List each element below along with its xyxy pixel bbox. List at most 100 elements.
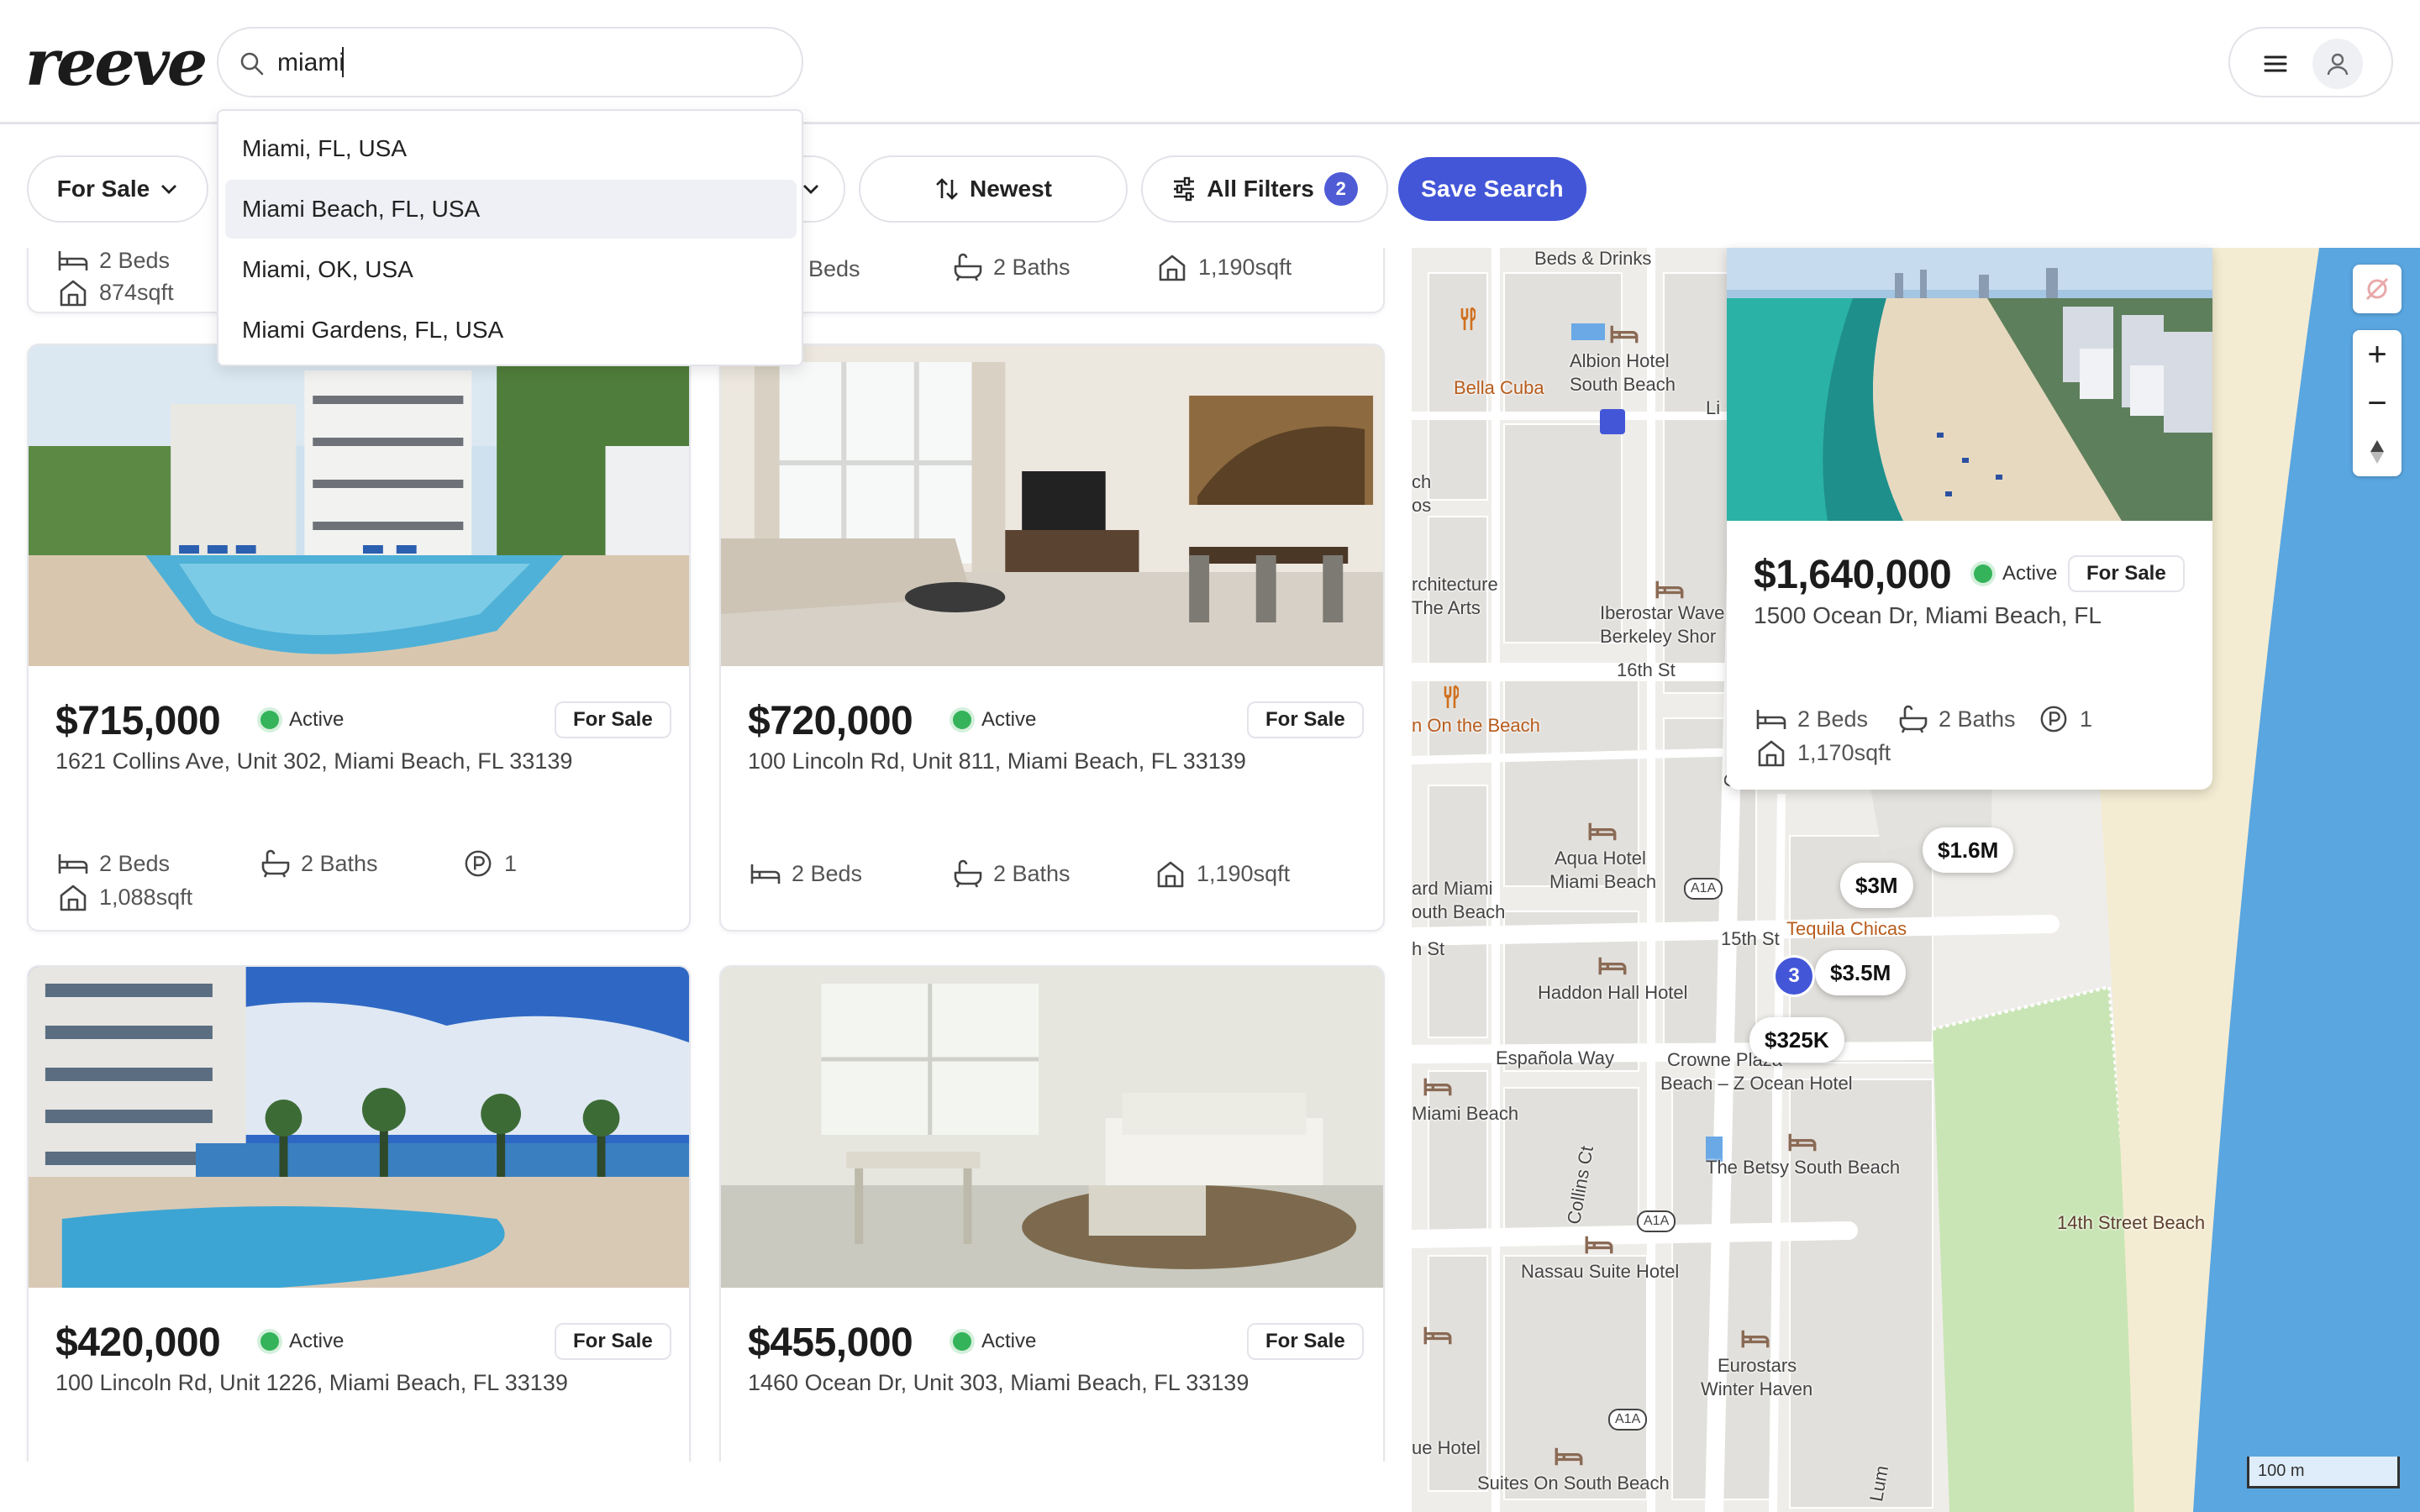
route-shield: A1A — [1684, 878, 1723, 900]
search-suggestions: Miami, FL, USA Miami Beach, FL, USA Miam… — [217, 109, 803, 366]
sqft-feature: 1,190sqft — [1155, 859, 1290, 888]
map-label: 16th St — [1617, 659, 1676, 680]
hotel-icon — [1588, 821, 1617, 843]
listing-card[interactable]: $715,000 Active For Sale 1621 Collins Av… — [27, 344, 691, 932]
price-pin[interactable]: $1.6M — [1923, 827, 2014, 873]
map-label: Iberostar Wave — [1600, 602, 1725, 623]
cluster-pin[interactable]: 3 — [1773, 955, 1815, 997]
compass-button[interactable] — [2353, 428, 2402, 476]
all-filters-button[interactable]: All Filters 2 — [1141, 155, 1388, 223]
parking-label: 1 — [504, 850, 518, 876]
beds-label: 2 Beds — [99, 248, 171, 273]
map-label: outh Beach — [1412, 901, 1506, 922]
account-menu[interactable] — [2228, 27, 2393, 97]
top-header: reeve — [0, 0, 2420, 124]
map-label: Albion Hotel — [1570, 350, 1670, 371]
beds-label: 2 Beds — [99, 850, 171, 876]
map-label: 14th Street Beach — [2057, 1212, 2206, 1233]
popup-price: $1,640,000 — [1754, 553, 1952, 597]
listing-photo[interactable] — [721, 967, 1383, 1288]
hotel-icon — [1788, 1131, 1817, 1153]
map-label: rchitecture — [1412, 574, 1498, 595]
suggestion-item[interactable]: Miami, FL, USA — [225, 119, 797, 178]
hamburger-menu-icon[interactable] — [2259, 47, 2292, 81]
filter-count-badge: 2 — [1323, 172, 1358, 206]
beds-label: 2 Beds — [792, 860, 863, 886]
listing-card[interactable]: $455,000 Active For Sale 1460 Ocean Dr, … — [719, 965, 1385, 1462]
beds-feature: 2 Beds — [57, 248, 170, 275]
suggestion-item[interactable]: Miami Gardens, FL, USA — [225, 301, 797, 360]
chevron-down-icon — [803, 185, 818, 194]
bath-icon — [1897, 705, 1928, 733]
sqft-label: 874sqft — [99, 279, 174, 305]
reeve-logo[interactable]: reeve — [25, 25, 208, 100]
for-sale-tag: For Sale — [1247, 1323, 1364, 1360]
zoom-out-button[interactable]: − — [2353, 379, 2402, 428]
listing-photo[interactable] — [29, 967, 689, 1288]
user-avatar-icon[interactable] — [2312, 39, 2363, 89]
hotel-icon — [1423, 1325, 1452, 1347]
bed-icon — [57, 849, 89, 878]
home-icon — [57, 883, 89, 911]
listing-photo[interactable] — [29, 345, 689, 666]
listing-address: 100 Lincoln Rd, Unit 811, Miami Beach, F… — [748, 748, 1246, 774]
listing-photo[interactable] — [721, 345, 1383, 666]
sort-label: Newest — [969, 176, 1053, 202]
zoom-in-button[interactable]: + — [2353, 330, 2402, 379]
parking-label: 1 — [2080, 706, 2093, 732]
status-badge: Active — [260, 1330, 344, 1353]
location-off-icon[interactable] — [2353, 265, 2402, 313]
suggestion-item-highlighted[interactable]: Miami Beach, FL, USA — [225, 180, 797, 239]
route-shield: A1A — [1637, 1210, 1676, 1232]
for-sale-tag: For Sale — [2068, 555, 2185, 592]
listing-type-label: For Sale — [56, 176, 150, 202]
popup-photo[interactable] — [1727, 248, 2212, 521]
listing-card-partial[interactable]: Beds 2 Baths 1,190sqft — [719, 248, 1385, 313]
suggestion-item[interactable]: Miami, OK, USA — [225, 240, 797, 299]
compass-icon — [2370, 440, 2384, 464]
bath-icon — [951, 859, 983, 888]
active-dot — [260, 711, 279, 729]
hotel-icon — [1423, 1076, 1452, 1098]
price-pin[interactable]: $3M — [1840, 863, 1913, 908]
price-pin[interactable]: $3.5M — [1815, 950, 1907, 995]
listings-panel[interactable]: 2 Beds 874sqft Beds 2 Baths 1,190sqft $7… — [0, 248, 1412, 1462]
map-label: South Beach — [1570, 374, 1676, 395]
beds-label: Beds — [808, 256, 860, 281]
home-icon — [1755, 738, 1787, 767]
map-listing-popup[interactable]: $1,640,000 Active For Sale 1500 Ocean Dr… — [1727, 248, 2212, 790]
map-label: Suites On South Beach — [1477, 1473, 1670, 1494]
sort-button[interactable]: Newest — [859, 155, 1128, 223]
status-badge: Active — [1974, 562, 2057, 585]
listing-card[interactable]: $720,000 Active For Sale 100 Lincoln Rd,… — [719, 344, 1385, 932]
popup-address: 1500 Ocean Dr, Miami Beach, FL — [1754, 602, 2102, 628]
map-label: Berkeley Shor — [1600, 626, 1717, 647]
search-input[interactable] — [277, 40, 781, 86]
hotel-icon — [1555, 1446, 1583, 1467]
price-pin[interactable]: $325K — [1749, 1017, 1844, 1063]
listing-card[interactable]: $420,000 Active For Sale 100 Lincoln Rd,… — [27, 965, 691, 1462]
bike-share-icon — [1600, 409, 1625, 434]
beds-label: 2 Beds — [1797, 706, 1869, 732]
listing-type-dropdown[interactable]: For Sale — [27, 155, 208, 223]
listing-address: 100 Lincoln Rd, Unit 1226, Miami Beach, … — [55, 1370, 568, 1395]
map-layer-toggle[interactable] — [2353, 265, 2402, 313]
sqft-feature: 874sqft — [57, 278, 174, 307]
status-badge: Active — [260, 708, 344, 732]
location-search[interactable] — [217, 27, 803, 97]
map-label: ue Hotel — [1412, 1437, 1481, 1458]
map-scale: 100 m — [2247, 1457, 2400, 1488]
status-label: Active — [981, 1330, 1037, 1352]
map-label: h St — [1412, 938, 1445, 959]
route-shield: A1A — [1608, 1409, 1648, 1431]
all-filters-label: All Filters — [1207, 176, 1314, 202]
status-label: Active — [981, 708, 1037, 731]
hotel-icon — [1655, 579, 1684, 601]
chevron-down-icon — [161, 185, 177, 194]
save-search-button[interactable]: Save Search — [1398, 157, 1586, 221]
bath-icon — [259, 849, 291, 878]
sqft-feature: 1,190sqft — [1156, 253, 1292, 281]
baths-feature: 2 Baths — [259, 849, 378, 878]
map-label: os — [1412, 495, 1432, 516]
hotel-icon — [1598, 955, 1627, 977]
